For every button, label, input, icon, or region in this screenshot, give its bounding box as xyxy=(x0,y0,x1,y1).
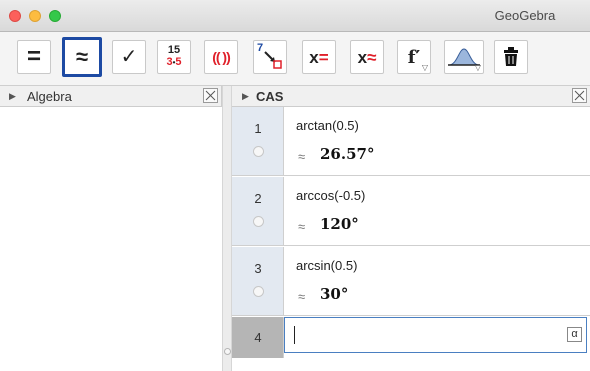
cas-panel-title: CAS xyxy=(256,89,284,104)
close-icon xyxy=(574,90,585,101)
factor-bottom: 3•5 xyxy=(166,56,181,69)
solve-icon: x= xyxy=(309,49,328,66)
factor-top-number: 15 xyxy=(167,44,181,56)
parentheses-icon: (( )) xyxy=(212,49,231,65)
close-icon xyxy=(205,90,216,101)
row-gutter: 3 xyxy=(232,247,284,315)
substitute-tool-button[interactable]: 7 xyxy=(253,40,287,74)
row-gutter: 2 xyxy=(232,177,284,245)
solve-tool-button[interactable]: x= xyxy=(302,40,336,74)
cas-close-button[interactable] xyxy=(572,88,587,103)
approx-symbol: ≈ xyxy=(298,219,306,234)
approx-icon: ≈ xyxy=(75,44,89,69)
splitter-handle[interactable] xyxy=(224,348,231,355)
numeric-tool-button[interactable]: ≈ xyxy=(62,37,102,77)
panel-collapse-icon[interactable]: ▶ xyxy=(9,91,16,102)
evaluate-tool-button[interactable]: = xyxy=(17,40,51,74)
cas-toolbar: = ≈ ✓ 15 3•5 (( )) 7 x= x≈ f′ ▽ ▽ xyxy=(0,32,590,86)
row-input[interactable]: arctan(0.5) xyxy=(296,118,359,133)
cas-row[interactable]: 1 arctan(0.5) ≈ 26.57° xyxy=(232,107,590,176)
probability-calculator-tool-button[interactable]: ▽ xyxy=(444,40,484,74)
solve-x: x xyxy=(309,47,319,67)
factor-tool-button[interactable]: 15 3•5 xyxy=(157,40,191,74)
row-number: 4 xyxy=(254,330,262,345)
cas-row[interactable]: 3 arcsin(0.5) ≈ 30° xyxy=(232,247,590,316)
row-number: 1 xyxy=(254,121,262,136)
row-gutter: 4 xyxy=(232,317,284,358)
row-number: 2 xyxy=(254,191,262,206)
dropdown-triangle-icon: ▽ xyxy=(421,63,428,72)
window-title: GeoGebra xyxy=(494,8,556,23)
cas-input-field[interactable]: α xyxy=(284,317,587,353)
solve-numeric-icon: x≈ xyxy=(358,49,377,66)
checkmark-icon: ✓ xyxy=(120,46,138,68)
solve-equals: = xyxy=(318,47,329,67)
solve-numerically-tool-button[interactable]: x≈ xyxy=(350,40,384,74)
row-visibility-toggle[interactable] xyxy=(253,146,264,157)
algebra-panel-title: Algebra xyxy=(27,89,72,104)
row-gutter: 1 xyxy=(232,107,284,175)
panel-collapse-icon[interactable]: ▶ xyxy=(242,91,249,102)
algebra-panel-header: ▶ Algebra xyxy=(0,86,222,107)
text-caret xyxy=(294,326,295,344)
algebra-view[interactable] xyxy=(0,107,222,371)
row-visibility-toggle[interactable] xyxy=(253,216,264,227)
expand-tool-button[interactable]: (( )) xyxy=(204,40,238,74)
substitute-icon: 7 xyxy=(257,42,283,70)
factor-right: 5 xyxy=(175,56,182,68)
delete-tool-button[interactable] xyxy=(494,40,528,74)
cas-panel-header: ▶ CAS xyxy=(232,86,590,107)
row-input[interactable]: arcsin(0.5) xyxy=(296,258,357,273)
solve-numeric-approx: ≈ xyxy=(367,47,377,67)
keep-input-tool-button[interactable]: ✓ xyxy=(112,40,146,74)
solve-numeric-x: x xyxy=(357,47,368,67)
window-titlebar: GeoGebra xyxy=(0,0,590,32)
trash-icon xyxy=(504,47,518,66)
row-number: 3 xyxy=(254,261,262,276)
derivative-icon: f′ xyxy=(407,46,421,68)
greek-letters-button[interactable]: α xyxy=(567,327,582,342)
dropdown-triangle-icon: ▽ xyxy=(474,63,481,72)
row-visibility-toggle[interactable] xyxy=(253,286,264,297)
row-input[interactable]: arccos(-0.5) xyxy=(296,188,365,203)
row-output: 30° xyxy=(320,285,349,303)
approx-symbol: ≈ xyxy=(298,149,306,164)
approx-symbol: ≈ xyxy=(298,289,306,304)
cas-row-active[interactable]: 4 α xyxy=(232,317,590,358)
cas-row[interactable]: 2 arccos(-0.5) ≈ 120° xyxy=(232,177,590,246)
equals-icon: = xyxy=(26,43,41,70)
row-output: 26.57° xyxy=(320,145,375,163)
algebra-close-button[interactable] xyxy=(203,88,218,103)
derivative-tool-button[interactable]: f′ ▽ xyxy=(397,40,431,74)
panel-splitter[interactable] xyxy=(222,86,232,371)
row-output: 120° xyxy=(320,215,359,233)
